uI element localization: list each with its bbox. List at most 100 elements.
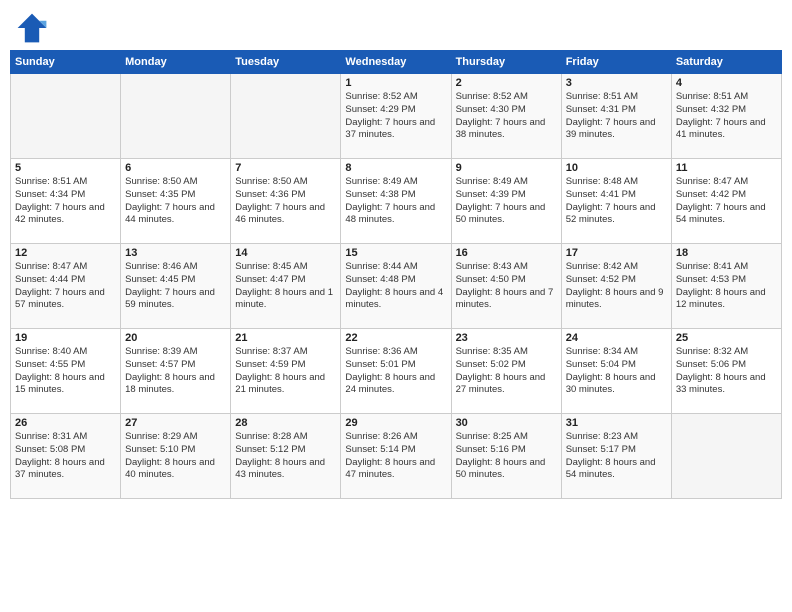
calendar-cell: 16 Sunrise: 8:43 AM Sunset: 4:50 PM Dayli… xyxy=(451,244,561,329)
weekday-header-thursday: Thursday xyxy=(451,51,561,74)
day-number: 24 xyxy=(566,332,667,344)
calendar-cell: 7 Sunrise: 8:50 AM Sunset: 4:36 PM Daylig… xyxy=(231,159,341,244)
day-number: 15 xyxy=(345,247,446,259)
day-info: Sunrise: 8:29 AM Sunset: 5:10 PM Dayligh… xyxy=(125,431,226,482)
day-info: Sunrise: 8:37 AM Sunset: 4:59 PM Dayligh… xyxy=(235,346,336,397)
day-info: Sunrise: 8:52 AM Sunset: 4:29 PM Dayligh… xyxy=(345,91,446,142)
day-number: 20 xyxy=(125,332,226,344)
calendar-cell: 5 Sunrise: 8:51 AM Sunset: 4:34 PM Daylig… xyxy=(11,159,121,244)
day-number: 23 xyxy=(456,332,557,344)
calendar-cell: 22Sunrise: 8:36 AM Sunset: 5:01 PM Dayli… xyxy=(341,329,451,414)
calendar-cell xyxy=(231,74,341,159)
day-info: Sunrise: 8:41 AM Sunset: 4:53 PM Dayligh… xyxy=(676,261,777,312)
calendar-cell: 27 Sunrise: 8:29 AM Sunset: 5:10 PM Dayli… xyxy=(121,414,231,499)
day-number: 21 xyxy=(235,332,336,344)
day-number: 27 xyxy=(125,417,226,429)
calendar-cell: 4 Sunrise: 8:51 AM Sunset: 4:32 PM Daylig… xyxy=(671,74,781,159)
day-info: Sunrise: 8:51 AM Sunset: 4:32 PM Dayligh… xyxy=(676,91,777,142)
calendar-cell: 8Sunrise: 8:49 AM Sunset: 4:38 PM Daylig… xyxy=(341,159,451,244)
calendar-cell: 15 Sunrise: 8:44 AM Sunset: 4:48 PM Dayli… xyxy=(341,244,451,329)
calendar-cell: 10 Sunrise: 8:48 AM Sunset: 4:41 PM Dayli… xyxy=(561,159,671,244)
calendar-cell: 2Sunrise: 8:52 AM Sunset: 4:30 PM Daylig… xyxy=(451,74,561,159)
day-info: Sunrise: 8:52 AM Sunset: 4:30 PM Dayligh… xyxy=(456,91,557,142)
calendar-cell xyxy=(11,74,121,159)
day-number: 10 xyxy=(566,162,667,174)
calendar-cell: 17 Sunrise: 8:42 AM Sunset: 4:52 PM Dayli… xyxy=(561,244,671,329)
calendar-cell: 18 Sunrise: 8:41 AM Sunset: 4:53 PM Dayli… xyxy=(671,244,781,329)
day-number: 5 xyxy=(15,162,116,174)
day-info: Sunrise: 8:44 AM Sunset: 4:48 PM Dayligh… xyxy=(345,261,446,312)
day-number: 28 xyxy=(235,417,336,429)
day-info: Sunrise: 8:47 AM Sunset: 4:44 PM Dayligh… xyxy=(15,261,116,312)
day-info: Sunrise: 8:48 AM Sunset: 4:41 PM Dayligh… xyxy=(566,176,667,227)
weekday-header-sunday: Sunday xyxy=(11,51,121,74)
calendar-cell: 30 Sunrise: 8:25 AM Sunset: 5:16 PM Dayli… xyxy=(451,414,561,499)
calendar-cell: 9 Sunrise: 8:49 AM Sunset: 4:39 PM Daylig… xyxy=(451,159,561,244)
calendar-cell: 24 Sunrise: 8:34 AM Sunset: 5:04 PM Dayli… xyxy=(561,329,671,414)
day-info: Sunrise: 8:34 AM Sunset: 5:04 PM Dayligh… xyxy=(566,346,667,397)
day-info: Sunrise: 8:51 AM Sunset: 4:34 PM Dayligh… xyxy=(15,176,116,227)
day-info: Sunrise: 8:23 AM Sunset: 5:17 PM Dayligh… xyxy=(566,431,667,482)
calendar-cell xyxy=(121,74,231,159)
calendar-cell: 23 Sunrise: 8:35 AM Sunset: 5:02 PM Dayli… xyxy=(451,329,561,414)
day-number: 9 xyxy=(456,162,557,174)
day-info: Sunrise: 8:36 AM Sunset: 5:01 PM Dayligh… xyxy=(345,346,446,397)
day-number: 1 xyxy=(345,77,446,89)
calendar-cell: 6Sunrise: 8:50 AM Sunset: 4:35 PM Daylig… xyxy=(121,159,231,244)
calendar-cell: 28 Sunrise: 8:28 AM Sunset: 5:12 PM Dayli… xyxy=(231,414,341,499)
day-info: Sunrise: 8:43 AM Sunset: 4:50 PM Dayligh… xyxy=(456,261,557,312)
calendar-week-row: 19Sunrise: 8:40 AM Sunset: 4:55 PM Dayli… xyxy=(11,329,782,414)
day-number: 17 xyxy=(566,247,667,259)
weekday-header-saturday: Saturday xyxy=(671,51,781,74)
day-info: Sunrise: 8:31 AM Sunset: 5:08 PM Dayligh… xyxy=(15,431,116,482)
day-number: 29 xyxy=(345,417,446,429)
day-number: 3 xyxy=(566,77,667,89)
weekday-header-friday: Friday xyxy=(561,51,671,74)
calendar-cell: 20 Sunrise: 8:39 AM Sunset: 4:57 PM Dayli… xyxy=(121,329,231,414)
day-number: 12 xyxy=(15,247,116,259)
day-number: 19 xyxy=(15,332,116,344)
calendar-cell: 1 Sunrise: 8:52 AM Sunset: 4:29 PM Daylig… xyxy=(341,74,451,159)
calendar-cell: 19Sunrise: 8:40 AM Sunset: 4:55 PM Dayli… xyxy=(11,329,121,414)
day-info: Sunrise: 8:39 AM Sunset: 4:57 PM Dayligh… xyxy=(125,346,226,397)
day-info: Sunrise: 8:25 AM Sunset: 5:16 PM Dayligh… xyxy=(456,431,557,482)
day-info: Sunrise: 8:46 AM Sunset: 4:45 PM Dayligh… xyxy=(125,261,226,312)
day-info: Sunrise: 8:49 AM Sunset: 4:38 PM Dayligh… xyxy=(345,176,446,227)
calendar-header: SundayMondayTuesdayWednesdayThursdayFrid… xyxy=(11,51,782,74)
day-number: 25 xyxy=(676,332,777,344)
day-number: 30 xyxy=(456,417,557,429)
day-number: 7 xyxy=(235,162,336,174)
page-header xyxy=(10,10,782,46)
logo-icon xyxy=(14,10,50,46)
day-number: 11 xyxy=(676,162,777,174)
calendar-cell: 12 Sunrise: 8:47 AM Sunset: 4:44 PM Dayli… xyxy=(11,244,121,329)
calendar-week-row: 12 Sunrise: 8:47 AM Sunset: 4:44 PM Dayli… xyxy=(11,244,782,329)
weekday-header-tuesday: Tuesday xyxy=(231,51,341,74)
calendar-week-row: 1 Sunrise: 8:52 AM Sunset: 4:29 PM Daylig… xyxy=(11,74,782,159)
day-number: 16 xyxy=(456,247,557,259)
day-number: 14 xyxy=(235,247,336,259)
day-number: 18 xyxy=(676,247,777,259)
day-number: 13 xyxy=(125,247,226,259)
day-info: Sunrise: 8:28 AM Sunset: 5:12 PM Dayligh… xyxy=(235,431,336,482)
calendar-cell: 14Sunrise: 8:45 AM Sunset: 4:47 PM Dayli… xyxy=(231,244,341,329)
weekday-header-row: SundayMondayTuesdayWednesdayThursdayFrid… xyxy=(11,51,782,74)
calendar-cell: 26Sunrise: 8:31 AM Sunset: 5:08 PM Dayli… xyxy=(11,414,121,499)
weekday-header-wednesday: Wednesday xyxy=(341,51,451,74)
day-info: Sunrise: 8:35 AM Sunset: 5:02 PM Dayligh… xyxy=(456,346,557,397)
calendar-cell: 3Sunrise: 8:51 AM Sunset: 4:31 PM Daylig… xyxy=(561,74,671,159)
day-number: 4 xyxy=(676,77,777,89)
day-info: Sunrise: 8:42 AM Sunset: 4:52 PM Dayligh… xyxy=(566,261,667,312)
calendar-week-row: 5 Sunrise: 8:51 AM Sunset: 4:34 PM Daylig… xyxy=(11,159,782,244)
calendar-week-row: 26Sunrise: 8:31 AM Sunset: 5:08 PM Dayli… xyxy=(11,414,782,499)
day-info: Sunrise: 8:32 AM Sunset: 5:06 PM Dayligh… xyxy=(676,346,777,397)
day-info: Sunrise: 8:50 AM Sunset: 4:36 PM Dayligh… xyxy=(235,176,336,227)
weekday-header-monday: Monday xyxy=(121,51,231,74)
calendar-body: 1 Sunrise: 8:52 AM Sunset: 4:29 PM Daylig… xyxy=(11,74,782,499)
calendar-cell: 29Sunrise: 8:26 AM Sunset: 5:14 PM Dayli… xyxy=(341,414,451,499)
calendar-cell: 25 Sunrise: 8:32 AM Sunset: 5:06 PM Dayli… xyxy=(671,329,781,414)
day-info: Sunrise: 8:49 AM Sunset: 4:39 PM Dayligh… xyxy=(456,176,557,227)
calendar-cell xyxy=(671,414,781,499)
calendar-cell: 13 Sunrise: 8:46 AM Sunset: 4:45 PM Dayli… xyxy=(121,244,231,329)
calendar-table: SundayMondayTuesdayWednesdayThursdayFrid… xyxy=(10,50,782,499)
